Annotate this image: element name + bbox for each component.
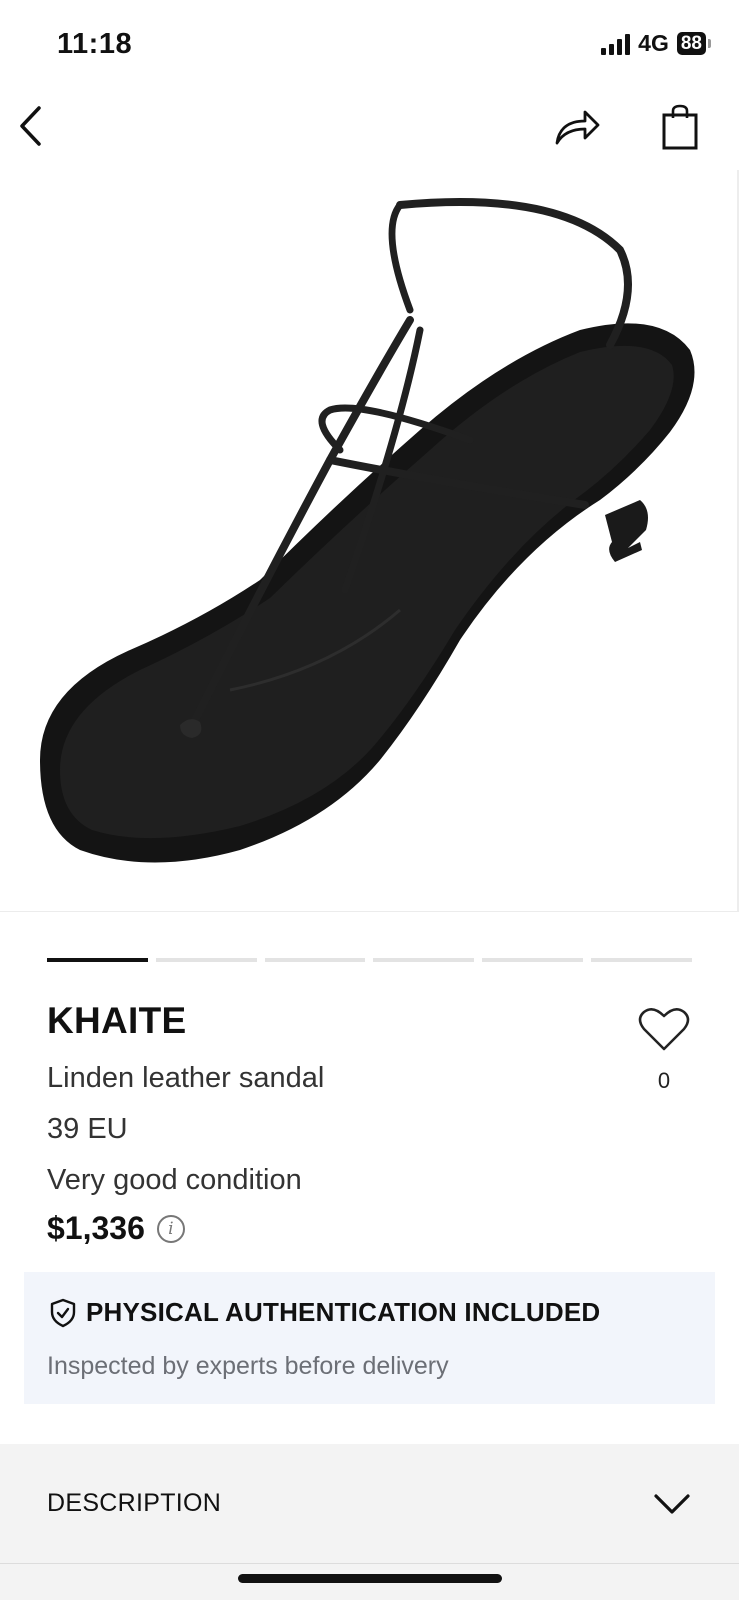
product-name: Linden leather sandal	[47, 1062, 325, 1094]
page-indicator[interactable]	[155, 958, 257, 962]
authentication-title-row: PHYSICAL AUTHENTICATION INCLUDED	[50, 1297, 600, 1328]
page-indicator-active[interactable]	[47, 958, 148, 962]
product-image	[40, 198, 695, 863]
authentication-subtitle: Inspected by experts before delivery	[47, 1352, 449, 1380]
heart-icon	[638, 1008, 690, 1051]
info-icon[interactable]: i	[156, 1214, 185, 1243]
chevron-left-icon	[20, 106, 41, 146]
network-type: 4G	[638, 30, 669, 56]
shopping-bag-icon	[662, 104, 698, 150]
share-arrow-icon	[555, 110, 600, 145]
back-button[interactable]	[10, 100, 50, 152]
status-indicators: 4G 88	[601, 30, 711, 57]
shield-check-icon	[50, 1298, 76, 1327]
like-button[interactable]	[638, 1006, 690, 1052]
description-label: DESCRIPTION	[47, 1489, 222, 1517]
status-time: 11:18	[57, 28, 133, 60]
share-button[interactable]	[548, 100, 606, 152]
home-indicator[interactable]	[238, 1574, 502, 1583]
page-indicator[interactable]	[264, 958, 366, 962]
battery-level: 88	[676, 32, 706, 55]
battery-icon: 88	[676, 32, 711, 55]
chevron-down-icon	[654, 1494, 690, 1514]
price-row: $1,336 i	[47, 1210, 185, 1247]
page-indicator[interactable]	[591, 958, 692, 962]
status-bar: 11:18 4G 88	[0, 0, 739, 90]
page-indicator[interactable]	[482, 958, 584, 962]
authentication-title: PHYSICAL AUTHENTICATION INCLUDED	[86, 1297, 601, 1327]
signal-icon	[601, 33, 631, 55]
page-indicator[interactable]	[373, 958, 475, 962]
product-image-gallery[interactable]	[0, 170, 739, 912]
bag-button[interactable]	[656, 99, 704, 155]
product-condition: Very good condition	[47, 1164, 302, 1196]
gallery-pagination	[47, 958, 692, 962]
nav-bar	[0, 95, 739, 165]
like-count: 0	[657, 1068, 671, 1093]
product-brand[interactable]: KHAITE	[47, 1000, 187, 1042]
product-price: $1,336	[47, 1210, 145, 1246]
product-size: 39 EU	[47, 1113, 128, 1145]
authentication-banner: PHYSICAL AUTHENTICATION INCLUDED Inspect…	[24, 1272, 715, 1404]
description-accordion[interactable]: DESCRIPTION	[0, 1444, 739, 1564]
